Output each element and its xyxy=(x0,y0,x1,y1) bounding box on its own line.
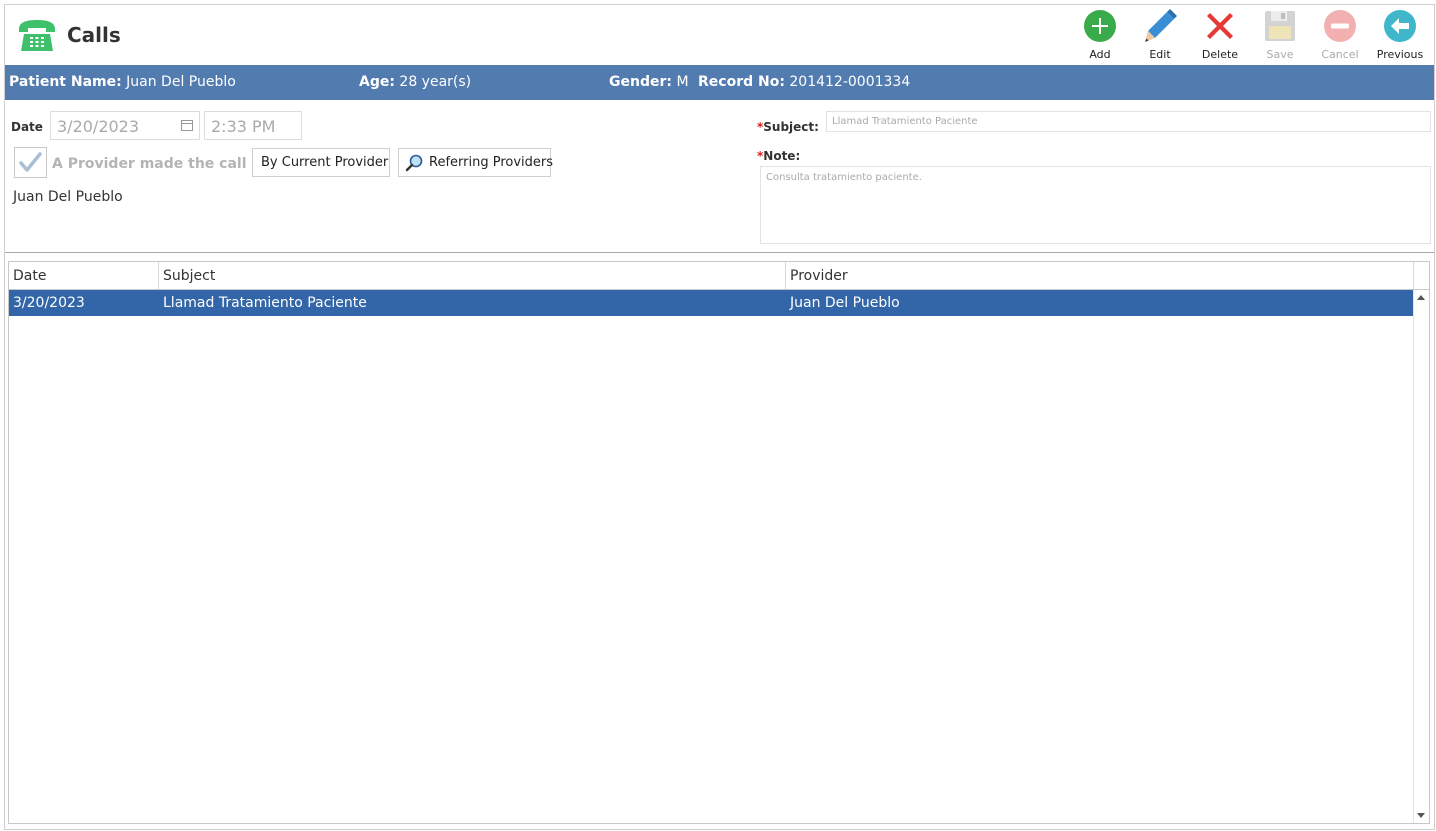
by-current-provider-button[interactable]: By Current Provider xyxy=(252,148,390,177)
patient-name-value: Juan Del Pueblo xyxy=(126,74,236,90)
pencil-icon xyxy=(1145,9,1177,42)
table-row[interactable]: 3/20/2023 Llamad Tratamiento Paciente Ju… xyxy=(9,290,1413,316)
subject-label: *Subject: xyxy=(757,120,819,134)
magnifier-icon xyxy=(405,154,423,172)
scroll-up-icon[interactable] xyxy=(1417,295,1425,300)
title-bar: Calls Add Edit Delete Save Cancel Previo… xyxy=(5,5,1434,65)
column-header-date[interactable]: Date xyxy=(9,262,159,289)
section-divider xyxy=(5,252,1434,253)
patient-name: Patient Name: Juan Del Pueblo xyxy=(9,74,236,90)
telephone-icon xyxy=(19,20,55,51)
calls-window: Calls Add Edit Delete Save Cancel Previo… xyxy=(4,4,1435,830)
grid-header: Date Subject Provider xyxy=(9,262,1414,290)
checkmark-icon xyxy=(19,152,42,172)
x-mark-icon xyxy=(1207,13,1233,39)
cell-date: 3/20/2023 xyxy=(13,295,85,311)
note-value: Consulta tratamiento paciente. xyxy=(766,172,922,183)
patient-age: Age: 28 year(s) xyxy=(359,74,471,90)
provider-made-call-label: A Provider made the call xyxy=(52,156,247,172)
date-label: Date xyxy=(11,120,43,134)
referring-providers-button[interactable]: Referring Providers xyxy=(398,148,554,177)
scroll-down-icon[interactable] xyxy=(1417,813,1425,818)
grid-header-corner xyxy=(1413,262,1429,290)
note-label: *Note: xyxy=(757,149,800,163)
patient-gender-value: M xyxy=(676,74,689,90)
cell-subject: Llamad Tratamiento Paciente xyxy=(163,295,367,311)
add-button[interactable]: Add xyxy=(1070,7,1130,63)
floppy-disk-icon xyxy=(1265,11,1295,41)
page-title: Calls xyxy=(67,23,121,47)
column-header-subject[interactable]: Subject xyxy=(159,262,786,289)
date-value: 3/20/2023 xyxy=(57,117,140,136)
cell-provider: Juan Del Pueblo xyxy=(790,295,900,311)
record-number-value: 201412-0001334 xyxy=(789,74,911,90)
edit-label: Edit xyxy=(1149,48,1171,61)
time-input[interactable]: 2:33 PM xyxy=(204,111,302,140)
subject-label-text: Subject: xyxy=(763,120,819,134)
selected-provider-name: Juan Del Pueblo xyxy=(13,189,123,205)
minus-circle-icon xyxy=(1324,10,1356,42)
patient-record: Record No: 201412-0001334 xyxy=(698,74,910,90)
patient-name-label: Patient Name: xyxy=(9,74,122,90)
delete-label: Delete xyxy=(1201,48,1239,61)
save-label: Save xyxy=(1266,48,1294,61)
previous-label: Previous xyxy=(1376,48,1424,61)
plus-circle-icon xyxy=(1084,10,1116,42)
edit-button[interactable]: Edit xyxy=(1130,7,1190,63)
patient-gender-label: Gender: xyxy=(609,74,672,90)
arrow-left-circle-icon xyxy=(1384,10,1416,42)
call-form: Date 3/20/2023 2:33 PM A Provider made t… xyxy=(5,100,1434,252)
toolbar: Add Edit Delete Save Cancel Previous xyxy=(1070,7,1430,63)
vertical-scrollbar[interactable] xyxy=(1413,290,1429,823)
note-textarea[interactable]: Consulta tratamiento paciente. xyxy=(760,166,1431,244)
subject-value: Llamad Tratamiento Paciente xyxy=(832,116,978,127)
patient-info-bar: Patient Name: Juan Del Pueblo Age: 28 ye… xyxy=(5,65,1434,100)
calls-grid: Date Subject Provider 3/20/2023 Llamad T… xyxy=(8,261,1430,824)
time-value: 2:33 PM xyxy=(211,117,276,136)
calendar-icon[interactable] xyxy=(181,120,193,131)
add-label: Add xyxy=(1089,48,1111,61)
subject-input[interactable]: Llamad Tratamiento Paciente xyxy=(826,111,1431,132)
cancel-label: Cancel xyxy=(1321,48,1359,61)
cancel-button[interactable]: Cancel xyxy=(1310,7,1370,63)
column-header-provider[interactable]: Provider xyxy=(786,262,1414,289)
patient-age-value: 28 year(s) xyxy=(399,74,472,90)
provider-made-call-checkbox[interactable] xyxy=(14,147,47,178)
record-number-label: Record No: xyxy=(698,74,785,90)
date-input[interactable]: 3/20/2023 xyxy=(50,111,200,140)
patient-gender: Gender: M xyxy=(609,74,689,90)
delete-button[interactable]: Delete xyxy=(1190,7,1250,63)
referring-providers-label: Referring Providers xyxy=(429,155,554,170)
patient-age-label: Age: xyxy=(359,74,395,90)
save-button[interactable]: Save xyxy=(1250,7,1310,63)
previous-button[interactable]: Previous xyxy=(1370,7,1430,63)
note-label-text: Note: xyxy=(763,149,801,163)
